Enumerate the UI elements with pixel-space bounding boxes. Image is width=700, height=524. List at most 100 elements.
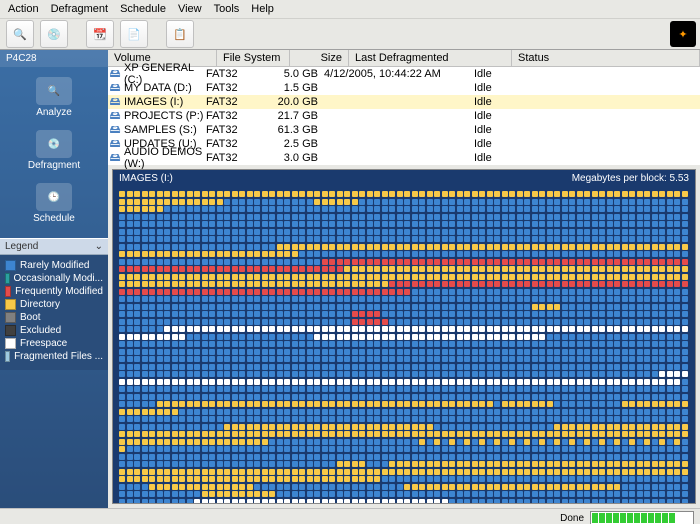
volume-last: 4/12/2005, 10:44:22 AM: [324, 68, 474, 80]
volume-status: Idle: [474, 124, 700, 136]
defragment-icon: 💿: [36, 130, 72, 158]
volume-size: 21.7 GB: [272, 110, 324, 122]
status-label: Done: [560, 513, 584, 524]
legend-label: Occasionally Modi...: [14, 273, 103, 284]
sidebar-title: P4C28: [0, 50, 108, 67]
app-logo: ✦: [670, 21, 696, 47]
progress-bar: [590, 511, 694, 524]
sidebar-defragment-button[interactable]: 💿 Defragment: [28, 130, 80, 171]
menu-defragment[interactable]: Defragment: [51, 3, 108, 15]
report-icon: 📄: [127, 28, 141, 41]
menu-view[interactable]: View: [178, 3, 202, 15]
legend-swatch: [5, 260, 16, 271]
legend-title: Legend: [5, 241, 38, 252]
map-block-info: Megabytes per block: 5.53: [572, 173, 689, 184]
legend-swatch: [5, 273, 10, 284]
legend-item[interactable]: Excluded: [5, 325, 103, 336]
volume-size: 1.5 GB: [272, 82, 324, 94]
volume-fs: FAT32: [206, 152, 272, 164]
toolbar-schedule-button[interactable]: 📆: [86, 20, 114, 48]
volume-fs: FAT32: [206, 82, 272, 94]
volume-status: Idle: [474, 152, 700, 164]
toolbar-analyze-button[interactable]: 🔍: [6, 20, 34, 48]
sidebar: P4C28 🔍 Analyze 💿 Defragment 🕒 Schedule …: [0, 50, 108, 508]
menu-help[interactable]: Help: [251, 3, 274, 15]
sidebar-analyze-button[interactable]: 🔍 Analyze: [36, 77, 72, 118]
volume-name: MY DATA (D:): [122, 82, 206, 94]
legend-label: Directory: [20, 299, 60, 310]
sidebar-item-label: Defragment: [28, 160, 80, 171]
col-filesystem[interactable]: File System: [217, 50, 290, 66]
menu-action[interactable]: Action: [8, 3, 39, 15]
sidebar-schedule-button[interactable]: 🕒 Schedule: [33, 183, 75, 224]
legend-swatch: [5, 338, 16, 349]
legend-item[interactable]: Directory: [5, 299, 103, 310]
legend-item[interactable]: Occasionally Modi...: [5, 273, 103, 284]
volume-size: 5.0 GB: [272, 68, 324, 80]
legend-label: Freespace: [20, 338, 67, 349]
sidebar-item-label: Schedule: [33, 213, 75, 224]
drive-icon: 🖴: [108, 149, 122, 168]
menu-tools[interactable]: Tools: [214, 3, 240, 15]
volume-fs: FAT32: [206, 68, 272, 80]
volume-name: SAMPLES (S:): [122, 124, 206, 136]
col-status[interactable]: Status: [512, 50, 700, 66]
gear-icon: 📋: [173, 28, 187, 41]
volume-fs: FAT32: [206, 110, 272, 122]
legend-label: Fragmented Files ...: [14, 351, 103, 362]
schedule-icon: 🕒: [36, 183, 72, 211]
volume-status: Idle: [474, 110, 700, 122]
legend-label: Rarely Modified: [20, 260, 89, 271]
volume-row[interactable]: 🖴SAMPLES (S:)FAT3261.3 GBIdle: [108, 123, 700, 137]
volume-size: 3.0 GB: [272, 152, 324, 164]
toolbar: 🔍 💿 📆 📄 📋 ✦: [0, 19, 700, 50]
volume-size: 2.5 GB: [272, 138, 324, 150]
legend-swatch: [5, 325, 16, 336]
volume-status: Idle: [474, 68, 700, 80]
volume-fs: FAT32: [206, 138, 272, 150]
toolbar-settings-button[interactable]: 📋: [166, 20, 194, 48]
col-size[interactable]: Size: [290, 50, 349, 66]
chevron-down-icon: ⌄: [95, 241, 103, 252]
legend-item[interactable]: Rarely Modified: [5, 260, 103, 271]
legend-swatch: [5, 312, 16, 323]
volume-row[interactable]: 🖴XP GENERAL (C:)FAT325.0 GB4/12/2005, 10…: [108, 67, 700, 81]
menu-schedule[interactable]: Schedule: [120, 3, 166, 15]
cluster-map: [113, 187, 695, 503]
toolbar-defragment-button[interactable]: 💿: [40, 20, 68, 48]
volume-list: 🖴XP GENERAL (C:)FAT325.0 GB4/12/2005, 10…: [108, 67, 700, 165]
disk-icon: 💿: [47, 28, 61, 41]
legend-label: Excluded: [20, 325, 61, 336]
magnifier-icon: 🔍: [13, 28, 27, 41]
volume-status: Idle: [474, 82, 700, 94]
legend-item[interactable]: Fragmented Files ...: [5, 351, 103, 362]
volume-fs: FAT32: [206, 96, 272, 108]
logo-icon: ✦: [678, 28, 687, 41]
col-last-defrag[interactable]: Last Defragmented: [349, 50, 512, 66]
calendar-icon: 📆: [93, 28, 107, 41]
content-area: Volume File System Size Last Defragmente…: [108, 50, 700, 508]
legend-swatch: [5, 299, 16, 310]
volume-row[interactable]: 🖴MY DATA (D:)FAT321.5 GBIdle: [108, 81, 700, 95]
legend-header[interactable]: Legend ⌄: [0, 238, 108, 255]
sidebar-item-label: Analyze: [36, 107, 72, 118]
legend-label: Boot: [20, 312, 41, 323]
volume-status: Idle: [474, 96, 700, 108]
legend-list: Rarely Modified Occasionally Modi... Frequ…: [0, 255, 108, 370]
legend-item[interactable]: Boot: [5, 312, 103, 323]
volume-name: AUDIO DEMOS (W:): [122, 146, 206, 170]
legend-swatch: [5, 286, 11, 297]
legend-item[interactable]: Frequently Modified: [5, 286, 103, 297]
legend-swatch: [5, 351, 10, 362]
map-title: IMAGES (I:): [119, 173, 173, 184]
legend-label: Frequently Modified: [15, 286, 103, 297]
volume-row[interactable]: 🖴IMAGES (I:)FAT3220.0 GBIdle: [108, 95, 700, 109]
legend-item[interactable]: Freespace: [5, 338, 103, 349]
volume-row[interactable]: 🖴AUDIO DEMOS (W:)FAT323.0 GBIdle: [108, 151, 700, 165]
volume-row[interactable]: 🖴PROJECTS (P:)FAT3221.7 GBIdle: [108, 109, 700, 123]
cluster-map-panel: IMAGES (I:) Megabytes per block: 5.53: [112, 169, 696, 504]
toolbar-report-button[interactable]: 📄: [120, 20, 148, 48]
menu-bar: Action Defragment Schedule View Tools He…: [0, 0, 700, 19]
analyze-icon: 🔍: [36, 77, 72, 105]
volume-size: 61.3 GB: [272, 124, 324, 136]
